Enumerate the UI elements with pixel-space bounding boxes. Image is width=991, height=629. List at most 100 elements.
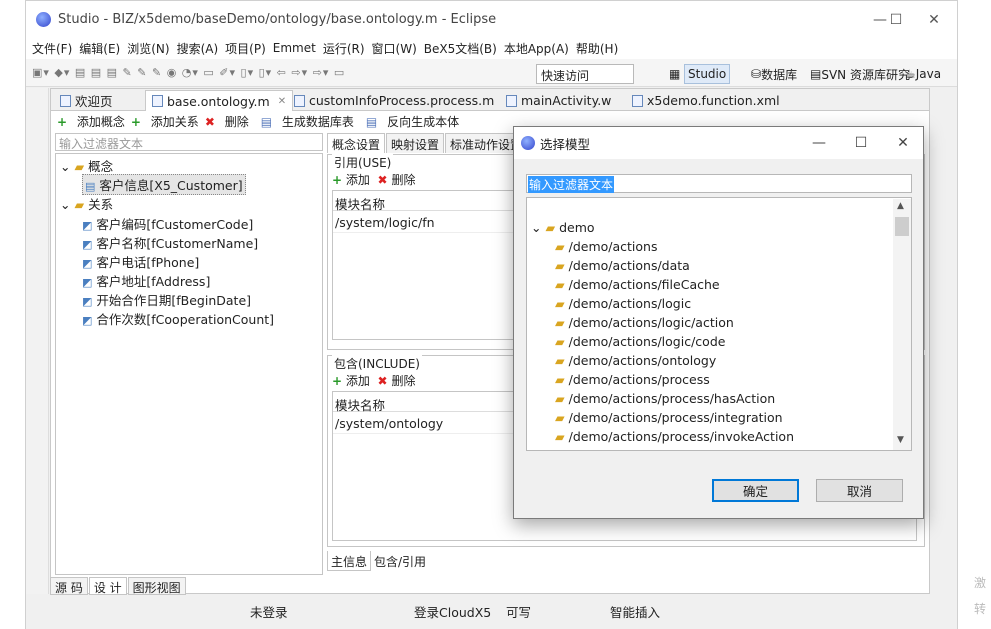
list-item-label: /demo/actions/process/invokeAction xyxy=(568,429,794,444)
tab-concept-settings[interactable]: 概念设置 xyxy=(327,133,386,153)
ontology-tree-pane: 输入过滤器文本 ⌄ ▰ 概念 ▤ 客户信息[X5_Customer] ⌄ ▰ 关… xyxy=(55,133,323,575)
tree-node-relation[interactable]: ◩ 客户电话[fPhone] xyxy=(82,252,199,271)
tab-graph-view[interactable]: 图形视图 xyxy=(127,577,186,595)
scroll-up-icon[interactable]: ▲ xyxy=(897,201,904,211)
svn-icon: ▤ xyxy=(810,67,822,81)
tree-node-relation[interactable]: ◩ 客户地址[fAddress] xyxy=(82,271,210,290)
tab-custom-info-process[interactable]: customInfoProcess.process.m xyxy=(287,90,501,111)
list-item[interactable]: ▰ /demo/actions/logic/action xyxy=(555,315,734,330)
menu-local-app[interactable]: 本地App(A) xyxy=(504,40,569,57)
use-delete-label: 删除 xyxy=(391,173,416,187)
perspective-java[interactable]: ☕ Java xyxy=(902,64,944,84)
menu-bex5-docs[interactable]: BeX5文档(B) xyxy=(424,40,497,57)
vertical-scrollbar[interactable]: ▲ ▼ xyxy=(893,199,911,450)
tab-x5demo-function[interactable]: x5demo.function.xml xyxy=(625,90,787,111)
list-item-label: /demo/actions/logic/action xyxy=(568,315,734,330)
folder-icon: ▰ xyxy=(74,159,85,174)
list-item[interactable]: ▰ /demo/actions/process/invokeAction xyxy=(555,429,794,444)
table-icon: ▤ xyxy=(260,114,273,129)
tab-welcome-label: 欢迎页 xyxy=(75,94,113,109)
tab-mapping-settings[interactable]: 映射设置 xyxy=(386,133,445,153)
tree-node-concepts-label: 概念 xyxy=(88,159,114,174)
folder-icon: ▰ xyxy=(555,315,565,330)
select-model-dialog: 选择模型 — ☐ ✕ 输入过滤器文本 ⌄ ▰ demo ▰ /demo/acti… xyxy=(513,126,924,519)
perspective-database[interactable]: ⛁ 数据库 xyxy=(748,64,800,84)
list-item[interactable]: ▰ /demo/actions/process/integration xyxy=(555,410,783,425)
menu-navigate[interactable]: 浏览(N) xyxy=(127,40,169,57)
settings-tabs: 概念设置 映射设置 标准动作设置 xyxy=(327,133,528,153)
tree-node-relation[interactable]: ◩ 合作次数[fCooperationCount] xyxy=(82,309,274,328)
add-relation-button[interactable]: + 添加关系 xyxy=(131,113,199,130)
left-minimized-views[interactable] xyxy=(26,88,49,594)
tree-node-relation[interactable]: ◩ 开始合作日期[fBeginDate] xyxy=(82,290,251,309)
maximize-button[interactable]: ☐ xyxy=(878,7,914,33)
menu-edit[interactable]: 编辑(E) xyxy=(79,40,120,57)
tab-source[interactable]: 源 码 xyxy=(50,577,88,595)
dialog-minimize-button[interactable]: — xyxy=(802,131,836,155)
tree-node-relations[interactable]: ⌄ ▰ 关系 xyxy=(60,194,113,213)
menu-project[interactable]: 项目(P) xyxy=(225,40,266,57)
list-item[interactable]: ▰ /demo/actions/process/hasAction xyxy=(555,391,775,406)
dialog-close-button[interactable]: ✕ xyxy=(886,131,920,155)
toolbar-icon-group[interactable]: ▣▾ ◆▾ ▤ ▤ ▤ ✎ ✎ ✎ ◉ ◔▾ ▭ ✐▾ ▯▾ ▯▾ ⇦ ⇨▾ ⇨… xyxy=(32,66,345,79)
perspective-studio[interactable]: Studio xyxy=(684,64,731,84)
tab-design[interactable]: 设 计 xyxy=(88,577,127,595)
chevron-down-icon: ⌄ xyxy=(60,159,71,174)
folder-icon: ▰ xyxy=(555,239,565,254)
tree-node-relation[interactable]: ◩ 客户名称[fCustomerName] xyxy=(82,233,258,252)
scrollbar-thumb[interactable] xyxy=(895,217,909,236)
list-item[interactable]: ▰ /demo/actions xyxy=(555,239,657,254)
list-item[interactable]: ▰ /demo/actions/logic/code xyxy=(555,334,725,349)
list-item-label: /demo/actions/ontology xyxy=(568,353,717,368)
menu-search[interactable]: 搜索(A) xyxy=(177,40,219,57)
scroll-down-icon[interactable]: ▼ xyxy=(897,435,904,445)
use-add-button[interactable]: + 添加 xyxy=(332,173,370,187)
list-item-label: /demo/actions/fileCache xyxy=(568,277,720,292)
dialog-maximize-button[interactable]: ☐ xyxy=(844,131,878,155)
close-button[interactable]: ✕ xyxy=(916,7,952,33)
reverse-generate-button[interactable]: ▤ 反向生成本体 xyxy=(360,113,459,130)
tab-main-info[interactable]: 主信息 xyxy=(327,551,372,571)
relation-label: 客户名称[fCustomerName] xyxy=(96,236,259,251)
cloud-login-button[interactable]: 登录CloudX5 xyxy=(414,602,491,621)
use-delete-button[interactable]: ✖ 删除 xyxy=(378,173,416,187)
quick-access-input[interactable]: 快速访问 xyxy=(536,64,634,84)
list-item[interactable]: ▰ /demo/actions/process xyxy=(555,372,710,387)
close-tab-icon[interactable]: ✕ xyxy=(278,96,286,107)
tab-base-ontology[interactable]: base.ontology.m ✕ xyxy=(145,90,294,111)
include-delete-button[interactable]: ✖ 删除 xyxy=(378,374,416,388)
tree-node-relation[interactable]: ◩ 客户编码[fCustomerCode] xyxy=(82,214,253,233)
list-item[interactable]: ▰ /demo/actions/fileCache xyxy=(555,277,720,292)
perspective-svn[interactable]: ▤ SVN 资源库研究 xyxy=(807,64,913,84)
include-add-button[interactable]: + 添加 xyxy=(332,374,370,388)
cancel-button[interactable]: 取消 xyxy=(816,479,903,502)
tab-welcome[interactable]: 欢迎页 xyxy=(53,90,120,111)
delete-button[interactable]: ✖ 删除 xyxy=(205,113,249,130)
list-item[interactable]: ▰ /demo/actions/data xyxy=(555,258,690,273)
list-item[interactable]: ▰ /demo/actions/ontology xyxy=(555,353,716,368)
window-title: Studio - BIZ/x5demo/baseDemo/ontology/ba… xyxy=(58,11,497,27)
tree-node-customer[interactable]: ▤ 客户信息[X5_Customer] xyxy=(82,174,246,195)
menu-emmet[interactable]: Emmet xyxy=(273,41,316,55)
open-perspective-icon[interactable]: ▦ xyxy=(666,64,683,84)
watermark-line: 转 xyxy=(974,602,987,616)
tab-main-activity[interactable]: mainActivity.w xyxy=(499,90,618,111)
add-concept-button[interactable]: + 添加概念 xyxy=(57,113,125,130)
tab-include-use[interactable]: 包含/引用 xyxy=(371,551,429,571)
menu-window[interactable]: 窗口(W) xyxy=(372,40,417,57)
dialog-filter-input[interactable]: 输入过滤器文本 xyxy=(526,174,912,193)
editor-tab-bar: 欢迎页 base.ontology.m ✕ customInfoProcess.p… xyxy=(51,89,929,111)
tree-node-concepts[interactable]: ⌄ ▰ 概念 xyxy=(60,156,113,175)
tab-custom-info-process-label: customInfoProcess.process.m xyxy=(309,93,495,108)
generate-table-button[interactable]: ▤ 生成数据库表 xyxy=(255,113,354,130)
folder-icon: ▰ xyxy=(74,197,85,212)
menu-run[interactable]: 运行(R) xyxy=(323,40,365,57)
tree-filter-input[interactable]: 输入过滤器文本 xyxy=(55,133,323,151)
menu-help[interactable]: 帮助(H) xyxy=(576,40,618,57)
perspective-java-label: Java xyxy=(915,67,942,81)
tree-node-demo[interactable]: ⌄ ▰ demo xyxy=(531,220,595,235)
list-item[interactable]: ▰ /demo/actions/logic xyxy=(555,296,691,311)
watermark: 激 转 xyxy=(974,570,986,622)
ok-button[interactable]: 确定 xyxy=(712,479,799,502)
menu-file[interactable]: 文件(F) xyxy=(32,40,72,57)
